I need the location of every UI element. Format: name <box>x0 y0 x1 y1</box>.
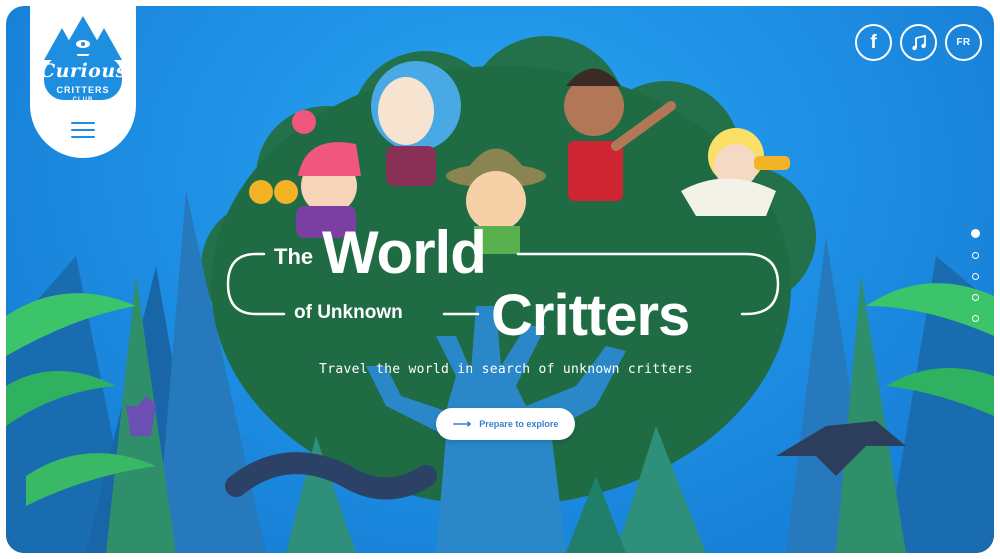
pagination-dot[interactable] <box>972 315 979 322</box>
logo-emblem: Curious CRITTERS CLUB <box>40 12 126 112</box>
logo-subtitle: CRITTERS <box>56 85 110 95</box>
pagination-dot[interactable] <box>972 294 979 301</box>
hamburger-menu-icon[interactable] <box>71 122 95 138</box>
jungle-illustration <box>6 36 994 553</box>
arrow-right-icon: ⟶ <box>452 416 472 431</box>
pagination-dot[interactable] <box>971 229 980 238</box>
section-pagination <box>971 229 980 322</box>
music-button[interactable] <box>900 24 937 61</box>
facebook-icon: f <box>870 31 877 53</box>
logo-wordmark: Curious <box>40 60 127 82</box>
logo-club: CLUB <box>72 97 94 103</box>
facebook-button[interactable]: f <box>855 24 892 61</box>
hero-subtitle: Travel the world in search of unknown cr… <box>319 362 693 377</box>
hero-frame: Curious CRITTERS CLUB f FR The World of … <box>6 6 994 553</box>
curious-critters-logo[interactable]: Curious CRITTERS CLUB <box>30 6 136 158</box>
pagination-dot[interactable] <box>972 273 979 280</box>
language-toggle-button[interactable]: FR <box>945 24 982 61</box>
pagination-dot[interactable] <box>972 252 979 259</box>
music-note-icon <box>911 34 926 50</box>
language-label: FR <box>956 37 971 48</box>
prepare-to-explore-button[interactable]: ⟶ Prepare to explore <box>436 408 575 440</box>
cta-label: Prepare to explore <box>479 419 559 429</box>
social-links: f FR <box>855 24 982 61</box>
